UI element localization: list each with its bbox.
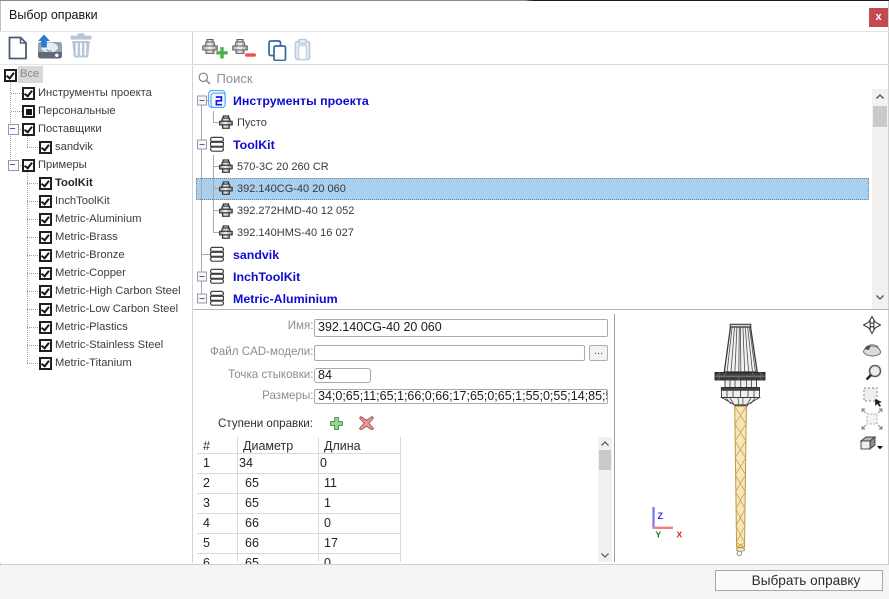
svg-text:Y: Y <box>656 530 662 540</box>
svg-text:Z: Z <box>658 511 664 521</box>
svg-text:X: X <box>677 530 683 540</box>
